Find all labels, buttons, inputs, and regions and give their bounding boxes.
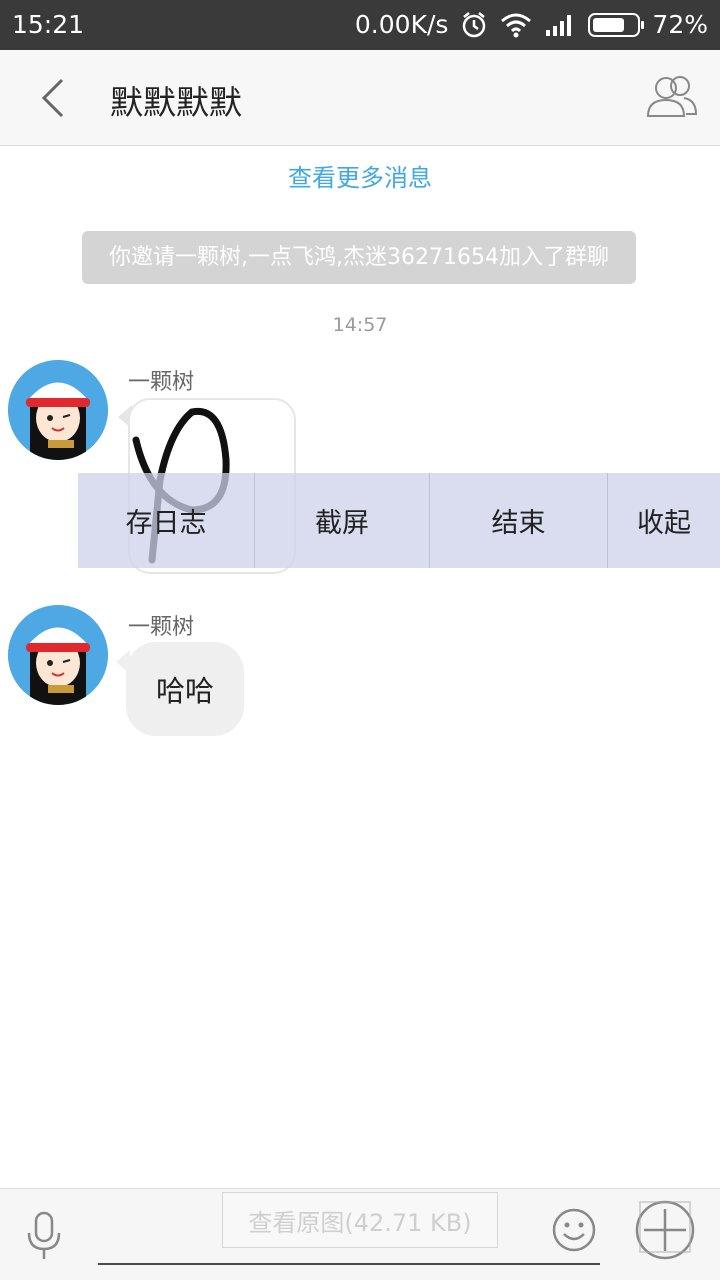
timestamp: 14:57: [332, 314, 388, 336]
load-more-link[interactable]: 查看更多消息: [0, 158, 720, 193]
signal-icon: [544, 13, 576, 37]
battery-percent: 72%: [652, 10, 708, 39]
title-bar: 默默默默: [0, 50, 720, 146]
chat-title: 默默默默: [110, 83, 242, 122]
group-members-icon: [646, 76, 698, 117]
avatar[interactable]: [8, 605, 108, 705]
avatar-image: [8, 605, 108, 705]
screenshot-button[interactable]: 截屏: [255, 473, 430, 568]
sender-name: 一颗树: [128, 615, 195, 640]
text-message[interactable]: 哈哈: [126, 642, 244, 736]
message-input[interactable]: [98, 1263, 600, 1265]
voice-button[interactable]: [24, 1211, 64, 1261]
more-grid-icon: [635, 1200, 695, 1260]
status-time: 15:21: [12, 10, 85, 39]
sender-name: 一颗树: [128, 370, 195, 395]
status-indicators: 0.00K/s 72%: [355, 10, 708, 39]
battery-icon: [588, 12, 645, 37]
overlay-menu: 存日志 截屏 结束 收起: [78, 473, 720, 568]
emoji-button[interactable]: [551, 1207, 597, 1253]
chevron-left-icon: [41, 78, 64, 118]
network-speed: 0.00K/s: [354, 10, 449, 39]
end-button[interactable]: 结束: [430, 473, 608, 568]
status-bar: 15:21 0.00K/s 72%: [0, 0, 720, 50]
avatar-image: [8, 360, 108, 460]
save-log-button[interactable]: 存日志: [78, 473, 255, 568]
battery-level: [593, 17, 624, 32]
more-button[interactable]: [634, 1199, 696, 1261]
back-button[interactable]: [30, 74, 74, 122]
alarm-icon: [460, 11, 488, 39]
group-members-button[interactable]: [644, 72, 700, 122]
system-message: 你邀请一颗树,一点飞鸿,杰迷36271654加入了群聊: [82, 231, 636, 284]
collapse-button[interactable]: 收起: [608, 473, 720, 568]
view-original-button[interactable]: 查看原图(42.71 KB): [222, 1192, 498, 1248]
avatar[interactable]: [8, 360, 108, 460]
emoji-icon: [552, 1208, 596, 1252]
input-bar: 查看原图(42.71 KB): [0, 1188, 720, 1280]
wifi-icon: [500, 12, 532, 38]
microphone-icon: [27, 1211, 61, 1259]
